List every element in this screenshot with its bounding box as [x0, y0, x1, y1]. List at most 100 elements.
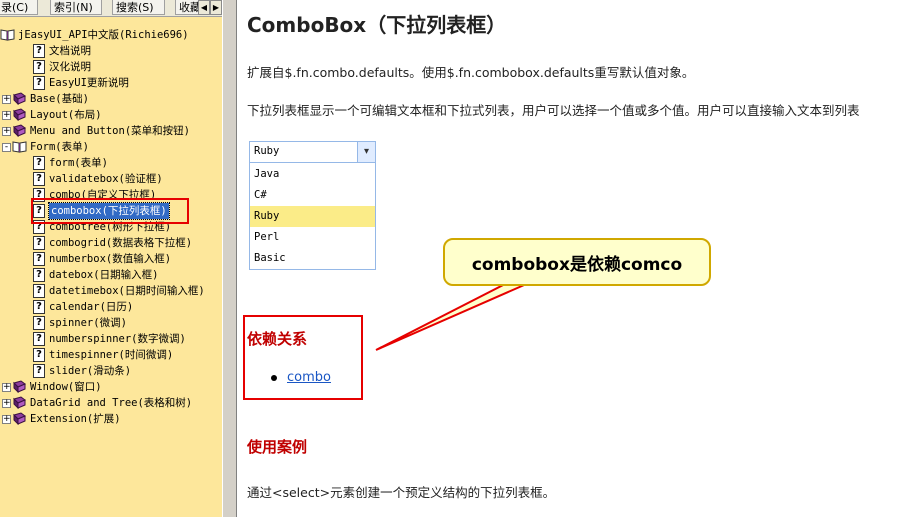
tree-node[interactable]: + DataGrid and Tree(表格和树) [0, 395, 222, 411]
combobox-option[interactable]: Java [250, 164, 375, 185]
help-page-icon: ? [33, 348, 45, 362]
tree-node-label[interactable]: form(表单) [49, 155, 108, 171]
help-page-icon: ? [33, 300, 45, 314]
help-page-icon: ? [33, 316, 45, 330]
tree-node-label[interactable]: spinner(微调) [49, 315, 127, 331]
sidebar-tab-strip: 目录(C) 索引(N) 搜索(S) 收藏 ◀ ▶ [0, 0, 222, 17]
combobox-demo: Ruby ▾ Java C# Ruby Perl Basic [249, 141, 376, 270]
combobox-option[interactable]: Basic [250, 248, 375, 269]
help-page-icon: ? [33, 252, 45, 266]
tree-node-label[interactable]: 文档说明 [49, 43, 91, 59]
tree-node-label[interactable]: Menu and Button(菜单和按钮) [30, 123, 190, 139]
tab-contents[interactable]: 目录(C) [0, 0, 38, 15]
tree-node[interactable]: + Menu and Button(菜单和按钮) [0, 123, 222, 139]
tree-node-label[interactable]: datebox(日期输入框) [49, 267, 158, 283]
tree-node[interactable]: ? slider(滑动条) [0, 363, 222, 379]
tree-node-label[interactable]: 汉化说明 [49, 59, 91, 75]
callout-text: combobox是依赖comco [471, 255, 683, 275]
tab-search[interactable]: 搜索(S) [112, 0, 165, 15]
combobox-option[interactable]: Ruby [250, 206, 375, 227]
tree-node[interactable]: ? 文档说明 [0, 43, 222, 59]
book-icon [13, 396, 26, 409]
combobox-option[interactable]: C# [250, 185, 375, 206]
tab-scroll-right-icon[interactable]: ▶ [210, 0, 222, 15]
book-icon [13, 108, 26, 121]
dependency-link-combo[interactable]: combo [287, 370, 331, 385]
book-icon [13, 124, 26, 137]
tree-node[interactable]: ? combogrid(数据表格下拉框) [0, 235, 222, 251]
tree-node[interactable]: + Base(基础) [0, 91, 222, 107]
help-page-icon: ? [33, 156, 45, 170]
tree-node-label[interactable]: timespinner(时间微调) [49, 347, 173, 363]
dependencies-heading: 依赖关系 [247, 330, 308, 348]
description-text: 下拉列表框显示一个可编辑文本框和下拉式列表，用户可以选择一个值或多个值。用户可以… [247, 103, 860, 118]
tree-node[interactable]: ? timespinner(时间微调) [0, 347, 222, 363]
tree-node-label[interactable]: calendar(日历) [49, 299, 133, 315]
expand-icon[interactable]: + [2, 383, 11, 392]
combobox-option[interactable]: Perl [250, 227, 375, 248]
tree-node-label[interactable]: Window(窗口) [30, 379, 102, 395]
help-page-icon: ? [33, 236, 45, 250]
help-page-icon: ? [33, 60, 45, 74]
bullet-icon [271, 375, 277, 381]
tree-node[interactable]: ? datebox(日期输入框) [0, 267, 222, 283]
expand-icon[interactable]: + [2, 95, 11, 104]
tree-node[interactable]: ? EasyUI更新说明 [0, 75, 222, 91]
tree-node[interactable]: + Layout(布局) [0, 107, 222, 123]
tree-node-label[interactable]: numberspinner(数字微调) [49, 331, 186, 347]
tree-node[interactable]: ? form(表单) [0, 155, 222, 171]
tree-node[interactable]: ? spinner(微调) [0, 315, 222, 331]
expand-icon[interactable]: + [2, 415, 11, 424]
tree-node-label[interactable]: slider(滑动条) [49, 363, 131, 379]
tree-node-label[interactable]: numberbox(数值输入框) [49, 251, 171, 267]
tree-node[interactable]: jEasyUI_API中文版(Richie696) [0, 27, 222, 43]
tree-node[interactable]: ? validatebox(验证框) [0, 171, 222, 187]
tree-node[interactable]: - Form(表单) [0, 139, 222, 155]
book-icon [13, 412, 26, 425]
tree-node-label[interactable]: Layout(布局) [30, 107, 102, 123]
help-page-icon: ? [33, 332, 45, 346]
help-page-icon: ? [33, 76, 45, 90]
tree-node-label[interactable]: Base(基础) [30, 91, 89, 107]
tree-node-label[interactable]: Extension(扩展) [30, 411, 121, 427]
book-icon [13, 380, 26, 393]
collapse-icon[interactable]: - [2, 143, 11, 152]
expand-icon[interactable]: + [2, 111, 11, 120]
usage-heading: 使用案例 [247, 438, 308, 456]
book-icon [13, 92, 26, 105]
tab-scroll-left-icon[interactable]: ◀ [198, 0, 210, 15]
tree-node-label[interactable]: EasyUI更新说明 [49, 75, 129, 91]
tree-node[interactable]: ? calendar(日历) [0, 299, 222, 315]
tree-node[interactable]: ? numberbox(数值输入框) [0, 251, 222, 267]
annotation-callout: combobox是依赖comco [443, 238, 711, 286]
expand-icon[interactable]: + [2, 127, 11, 136]
usage-text: 通过<select>元素创建一个预定义结构的下拉列表框。 [247, 485, 556, 500]
content-pane: ComboBox（下拉列表框） 扩展自$.fn.combo.defaults。使… [237, 0, 921, 517]
chevron-down-icon[interactable]: ▾ [357, 142, 375, 162]
tree-node[interactable]: ? 汉化说明 [0, 59, 222, 75]
tree-node-label[interactable]: datetimebox(日期时间输入框) [49, 283, 205, 299]
help-page-icon: ? [33, 44, 45, 58]
sidebar-panel: 目录(C) 索引(N) 搜索(S) 收藏 ◀ ▶ jEasyUI_API中文版(… [0, 0, 222, 517]
selected-topic-highlight-box [31, 198, 189, 224]
book-open-icon [12, 141, 27, 153]
combobox-input[interactable]: Ruby ▾ [249, 141, 376, 163]
help-page-icon: ? [33, 268, 45, 282]
tree-node-label[interactable]: DataGrid and Tree(表格和树) [30, 395, 192, 411]
book-open-icon [0, 29, 15, 41]
tree-node[interactable]: ? numberspinner(数字微调) [0, 331, 222, 347]
pane-splitter[interactable] [222, 0, 237, 517]
tree-node[interactable]: + Window(窗口) [0, 379, 222, 395]
tree-node-label[interactable]: Form(表单) [30, 139, 89, 155]
tree-node-label[interactable]: validatebox(验证框) [49, 171, 163, 187]
combobox-value: Ruby [254, 145, 280, 157]
help-page-icon: ? [33, 284, 45, 298]
tab-index[interactable]: 索引(N) [50, 0, 102, 15]
tree-node-label[interactable]: jEasyUI_API中文版(Richie696) [18, 27, 189, 43]
tree-node[interactable]: ? datetimebox(日期时间输入框) [0, 283, 222, 299]
expand-icon[interactable]: + [2, 399, 11, 408]
intro-text: 扩展自$.fn.combo.defaults。使用$.fn.combobox.d… [247, 65, 695, 80]
tree-node-label[interactable]: combogrid(数据表格下拉框) [49, 235, 192, 251]
page-title: ComboBox（下拉列表框） [247, 13, 507, 37]
tree-node[interactable]: + Extension(扩展) [0, 411, 222, 427]
